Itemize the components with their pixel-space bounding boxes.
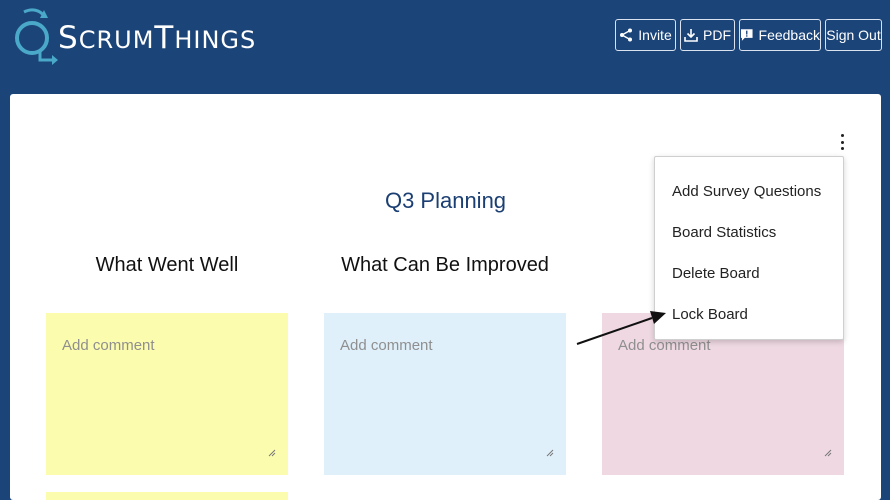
comment-input[interactable]	[62, 337, 272, 451]
board-card: Q3 Planning What Went Well What Can Be I…	[10, 94, 881, 500]
brand-letter-s: S	[58, 20, 79, 56]
kebab-icon[interactable]	[836, 132, 848, 152]
feedback-label: Feedback	[758, 27, 820, 43]
comment-card	[324, 313, 566, 475]
column-title-went-well: What Went Well	[95, 254, 239, 276]
menu-item-add-survey-questions[interactable]: Add Survey Questions	[655, 171, 843, 212]
feedback-icon	[740, 29, 753, 41]
feedback-button[interactable]: Feedback	[739, 19, 821, 51]
brand-letter-t: T	[154, 20, 175, 56]
invite-label: Invite	[638, 27, 672, 43]
comment-card-next	[46, 492, 288, 500]
comment-card	[46, 313, 288, 475]
board-options-menu: Add Survey Questions Board Statistics De…	[654, 156, 844, 340]
menu-item-delete-board[interactable]: Delete Board	[655, 253, 843, 294]
comment-input[interactable]	[618, 337, 828, 451]
brand-part-crum: CRUM	[78, 26, 155, 54]
resize-handle-icon[interactable]	[824, 449, 832, 457]
menu-item-board-statistics[interactable]: Board Statistics	[655, 212, 843, 253]
download-icon	[684, 29, 698, 42]
pdf-button[interactable]: PDF	[680, 19, 735, 51]
comment-input[interactable]	[340, 337, 550, 451]
pdf-label: PDF	[703, 27, 731, 43]
resize-handle-icon[interactable]	[268, 449, 276, 457]
menu-item-lock-board[interactable]: Lock Board	[655, 294, 843, 335]
scrumthings-logo-icon[interactable]	[10, 4, 60, 66]
sign-out-button[interactable]: Sign Out	[825, 19, 882, 51]
sign-out-label: Sign Out	[826, 27, 881, 43]
app-header: SCRUMTHINGS Invite PDF Feedback Sign Out	[0, 0, 890, 94]
share-icon	[620, 28, 633, 42]
resize-handle-icon[interactable]	[546, 449, 554, 457]
invite-button[interactable]: Invite	[615, 19, 676, 51]
brand-name[interactable]: SCRUMTHINGS	[58, 20, 256, 56]
column-title-improve: What Can Be Improved	[341, 254, 549, 276]
brand-part-hings: HINGS	[174, 26, 257, 54]
